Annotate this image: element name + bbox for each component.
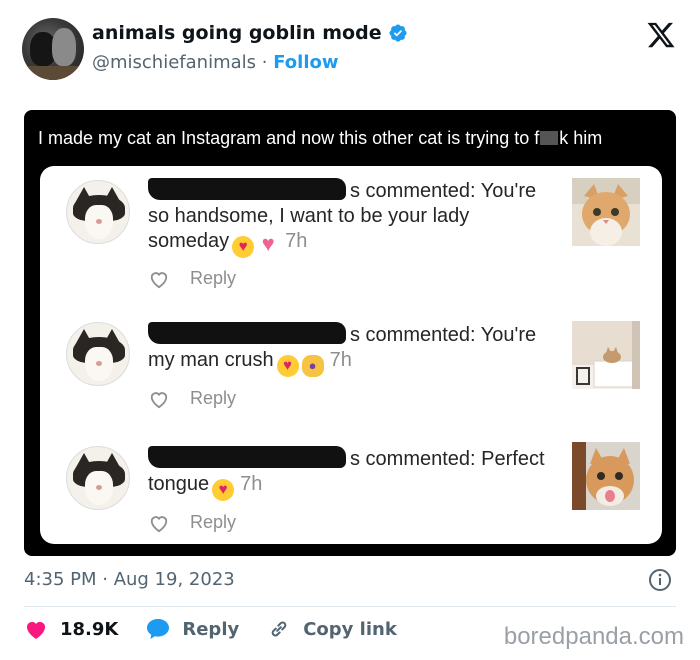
comment-reply-button[interactable]: Reply xyxy=(190,388,236,409)
comment-actions: Reply xyxy=(148,512,236,533)
post-thumbnail[interactable] xyxy=(572,442,640,510)
caption-part-2: k him xyxy=(559,128,603,148)
tipping-hand-person-emoji: ● xyxy=(301,355,324,377)
copy-link-label: Copy link xyxy=(303,618,397,640)
tweet-timestamp[interactable]: 4:35 PM · Aug 19, 2023 xyxy=(24,569,235,590)
handle-row: @mischiefanimals · Follow xyxy=(92,52,339,73)
like-count: 18.9K xyxy=(60,618,119,640)
commenter-avatar xyxy=(66,446,130,510)
verified-badge-icon xyxy=(389,24,407,42)
display-name-row: animals going goblin mode xyxy=(92,22,408,44)
heart-eyes-emoji: ♥ xyxy=(232,236,255,258)
tweet-header: animals going goblin mode @mischiefanima… xyxy=(22,16,680,80)
post-thumbnail[interactable] xyxy=(572,321,640,389)
profile-avatar[interactable] xyxy=(22,18,84,80)
heart-eyes-emoji: ♥ xyxy=(276,355,299,377)
post-thumbnail[interactable] xyxy=(572,178,640,246)
comment-actions: Reply xyxy=(148,388,236,409)
redacted-username xyxy=(148,446,346,468)
comment-text: s commented: You're my man crush ♥ ● 7h xyxy=(148,322,558,377)
comment-reply-button[interactable]: Reply xyxy=(190,512,236,533)
comment-reply-button[interactable]: Reply xyxy=(190,268,236,289)
commenter-avatar xyxy=(66,180,130,244)
link-icon xyxy=(271,621,287,637)
instagram-comments-panel: s commented: You're so handsome, I want … xyxy=(40,166,662,544)
like-outline-icon[interactable] xyxy=(148,269,170,289)
comment-text: s commented: Perfect tongue ♥ 7h xyxy=(148,446,558,501)
comment-line-1: commented: You're xyxy=(360,180,537,202)
redacted-username xyxy=(148,178,346,200)
tweet-media-image[interactable]: I made my cat an Instagram and now this … xyxy=(24,110,676,556)
comment-line-1: commented: You're xyxy=(360,324,537,346)
comment-line-2: so handsome, I want to be your lady xyxy=(148,205,470,227)
follow-button[interactable]: Follow xyxy=(273,52,338,73)
comment-line-2: my man crush xyxy=(148,349,274,371)
reply-label: Reply xyxy=(182,618,240,640)
copy-link-button[interactable]: Copy link xyxy=(267,618,397,640)
comment-actions: Reply xyxy=(148,268,236,289)
redacted-username xyxy=(148,322,346,344)
like-outline-icon[interactable] xyxy=(148,513,170,533)
separator: · xyxy=(261,52,268,73)
commenter-avatar xyxy=(66,322,130,386)
comment-time: 7h xyxy=(240,473,263,495)
pink-heart-emoji: ♥ xyxy=(261,231,275,256)
censor-block xyxy=(540,131,559,145)
username-tail: s xyxy=(350,324,360,346)
x-logo-icon[interactable] xyxy=(646,20,676,50)
reply-button[interactable]: Reply xyxy=(146,618,239,640)
divider xyxy=(24,606,676,607)
tweet-actions: 18.9K Reply Copy link xyxy=(24,618,425,640)
like-outline-icon[interactable] xyxy=(148,389,170,409)
comment-line-2: tongue xyxy=(148,473,210,495)
watermark: boredpanda.com xyxy=(503,623,684,650)
display-name[interactable]: animals going goblin mode xyxy=(92,22,382,44)
heart-eyes-emoji: ♥ xyxy=(212,479,235,501)
heart-icon xyxy=(27,622,45,639)
comment-line-1: commented: Perfect xyxy=(360,448,545,470)
username-tail: s xyxy=(350,180,360,202)
comment-time: 7h xyxy=(285,230,308,252)
username-tail: s xyxy=(350,448,360,470)
comment-text: s commented: You're so handsome, I want … xyxy=(148,178,558,258)
handle[interactable]: @mischiefanimals xyxy=(92,52,256,73)
comment-time: 7h xyxy=(329,349,352,371)
media-caption: I made my cat an Instagram and now this … xyxy=(38,128,602,149)
caption-part-1: I made my cat an Instagram and now this … xyxy=(38,128,540,148)
comment-line-3: someday xyxy=(148,230,230,252)
speech-bubble-icon xyxy=(147,619,170,639)
info-icon[interactable] xyxy=(648,568,672,592)
like-button[interactable]: 18.9K xyxy=(24,618,118,640)
